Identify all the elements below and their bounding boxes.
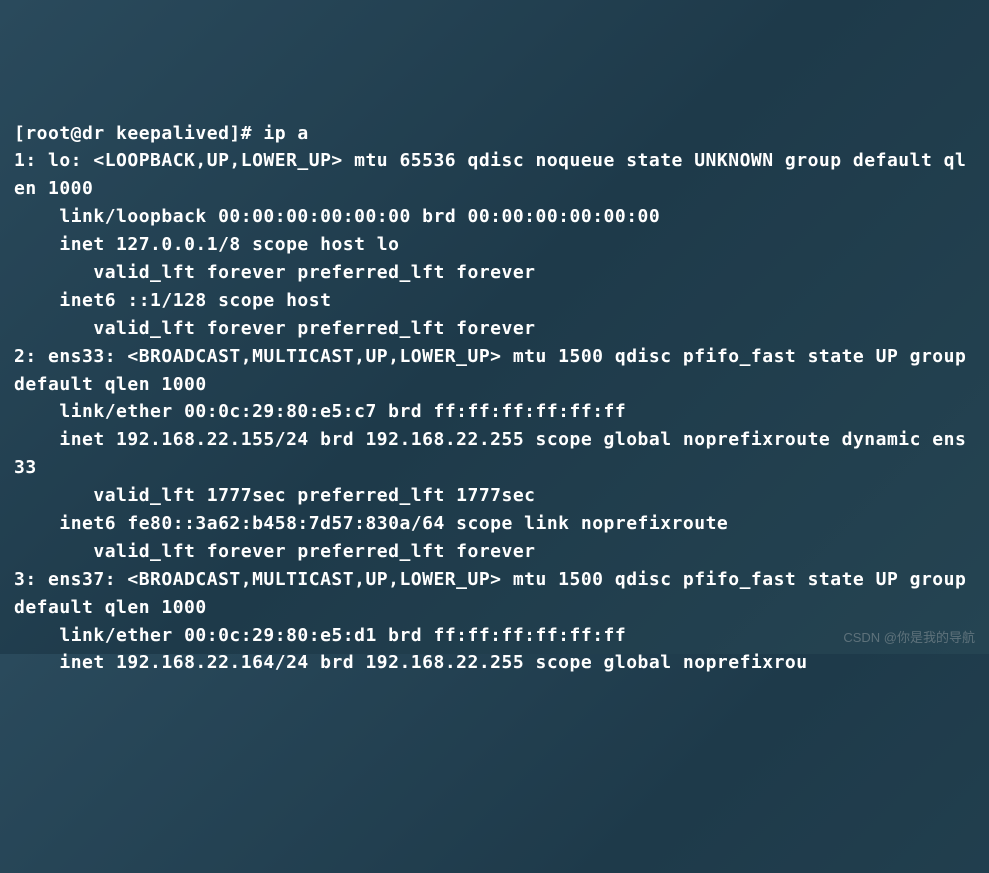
output-line: link/loopback 00:00:00:00:00:00 brd 00:0… [14, 206, 660, 227]
shell-command: ip a [263, 123, 308, 144]
output-line: inet6 ::1/128 scope host [14, 290, 343, 311]
output-line: inet 192.168.22.155/24 brd 192.168.22.25… [14, 429, 966, 478]
output-line: inet 127.0.0.1/8 scope host lo [14, 234, 399, 255]
output-line: valid_lft 1777sec preferred_lft 1777sec [14, 485, 536, 506]
shell-prompt: [root@dr keepalived]# [14, 123, 263, 144]
output-line: 2: ens33: <BROADCAST,MULTICAST,UP,LOWER_… [14, 346, 978, 395]
output-line: inet6 fe80::3a62:b458:7d57:830a/64 scope… [14, 513, 740, 534]
output-line: valid_lft forever preferred_lft forever [14, 262, 536, 283]
watermark-text: CSDN @你是我的导航 [843, 628, 975, 648]
output-line: valid_lft forever preferred_lft forever [14, 541, 536, 562]
output-line: link/ether 00:0c:29:80:e5:c7 brd ff:ff:f… [14, 401, 626, 422]
output-line: 1: lo: <LOOPBACK,UP,LOWER_UP> mtu 65536 … [14, 150, 966, 199]
output-line: valid_lft forever preferred_lft forever [14, 318, 536, 339]
output-line: link/ether 00:0c:29:80:e5:d1 brd ff:ff:f… [14, 625, 626, 646]
output-line: inet 192.168.22.164/24 brd 192.168.22.25… [14, 652, 808, 673]
terminal-output[interactable]: [root@dr keepalived]# ip a 1: lo: <LOOPB… [14, 120, 975, 678]
output-line: 3: ens37: <BROADCAST,MULTICAST,UP,LOWER_… [14, 569, 978, 618]
